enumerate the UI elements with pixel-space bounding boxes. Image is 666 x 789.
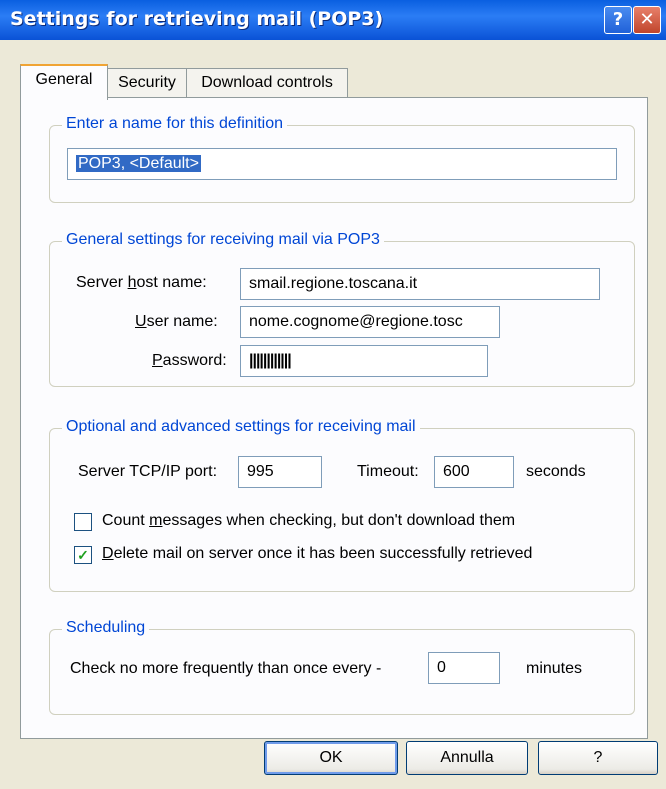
port-label: Server TCP/IP port: [78, 463, 218, 480]
definition-name-value: POP3, <Default> [76, 155, 201, 172]
scheduling-minutes-input[interactable]: 0 [428, 652, 500, 684]
delete-mail-checkbox[interactable]: ✓ [74, 546, 92, 564]
port-input[interactable]: 995 [238, 456, 322, 488]
advanced-settings-group: Optional and advanced settings for recei… [49, 418, 635, 592]
user-name-label: User name: [135, 313, 218, 330]
general-settings-group-title: General settings for receiving mail via … [62, 231, 384, 249]
ok-button[interactable]: OK [264, 741, 398, 775]
server-host-input[interactable]: smail.regione.toscana.it [240, 268, 600, 300]
title-bar[interactable]: Settings for retrieving mail (POP3) ? ✕ [0, 0, 666, 40]
definition-group-title: Enter a name for this definition [62, 115, 288, 133]
tab-general[interactable]: General [20, 64, 108, 100]
scheduling-group-title: Scheduling [62, 619, 150, 637]
timeout-label: Timeout: [357, 463, 419, 480]
tab-download-controls[interactable]: Download controls [186, 68, 348, 97]
server-host-label: Server host name: [76, 274, 207, 291]
delete-mail-label[interactable]: Delete mail on server once it has been s… [102, 545, 532, 563]
count-messages-label[interactable]: Count messages when checking, but don't … [102, 512, 515, 530]
password-input[interactable]: |||||||||||| [240, 345, 488, 377]
help-title-button[interactable]: ? [604, 6, 632, 34]
tab-security[interactable]: Security [107, 68, 187, 97]
tab-panel-general: Enter a name for this definition POP3, <… [20, 97, 648, 739]
user-name-input[interactable]: nome.cognome@regione.tosc [240, 306, 500, 338]
window-title: Settings for retrieving mail (POP3) [10, 8, 384, 30]
help-button[interactable]: ? [538, 741, 658, 775]
definition-name-input[interactable]: POP3, <Default> [67, 148, 617, 180]
cancel-button[interactable]: Annulla [406, 741, 528, 775]
timeout-input[interactable]: 600 [434, 456, 514, 488]
settings-dialog: Settings for retrieving mail (POP3) ? ✕ … [0, 0, 666, 789]
definition-group: Enter a name for this definition POP3, <… [49, 115, 635, 203]
close-button[interactable]: ✕ [633, 6, 661, 34]
password-label: Password: [152, 352, 227, 369]
scheduling-unit-label: minutes [526, 660, 583, 677]
timeout-unit-label: seconds [526, 463, 586, 480]
count-messages-checkbox[interactable] [74, 513, 92, 531]
scheduling-label: Check no more frequently than once every… [70, 660, 382, 677]
advanced-settings-group-title: Optional and advanced settings for recei… [62, 418, 420, 436]
scheduling-group: Scheduling Check no more frequently than… [49, 619, 635, 715]
general-settings-group: General settings for receiving mail via … [49, 231, 635, 387]
